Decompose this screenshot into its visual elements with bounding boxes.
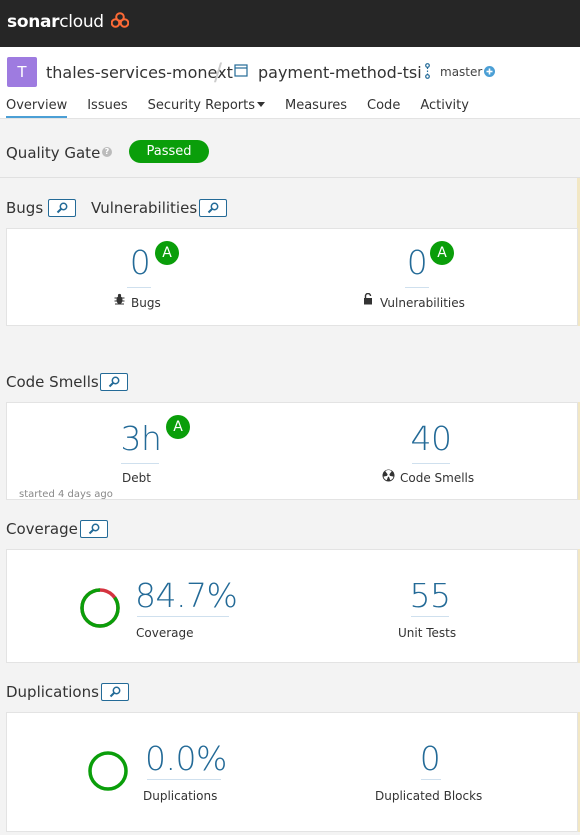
tab-issues[interactable]: Issues [87,98,127,118]
caret-down-icon [257,102,265,107]
branch-icon [425,63,430,79]
value-underline [405,287,429,288]
unit-tests-value[interactable]: 55 [406,576,454,615]
project-nav: Overview Issues Security Reports Measure… [6,98,489,118]
tab-activity[interactable]: Activity [420,98,469,118]
code-smells-label: Code Smells [400,471,475,485]
tab-overview[interactable]: Overview [6,98,68,118]
history-icon [109,686,121,698]
duplications-card: 0.0% Duplications 0 Duplicated Blocks [6,712,578,832]
duplications-section-title: Duplications [6,683,99,701]
duplications-history-button[interactable] [101,683,129,701]
org-name-link[interactable]: thales-services-monext [46,63,233,82]
duplicated-blocks-label: Duplicated Blocks [375,789,483,803]
bugs-section-title: Bugs [6,199,44,217]
debt-label: Debt [122,471,151,485]
history-icon [88,523,100,535]
duplicated-blocks-value[interactable]: 0 [417,739,443,778]
history-icon [108,376,120,388]
value-underline [147,779,221,780]
help-icon[interactable]: ? [102,147,112,157]
coverage-value[interactable]: 84.7% [135,576,238,615]
value-underline [121,463,159,464]
radiation-icon [382,469,395,482]
code-smells-history-button[interactable] [100,373,128,391]
vulnerabilities-history-button[interactable] [199,199,227,217]
bugs-value[interactable]: 0 [125,243,155,282]
add-branch-icon[interactable] [484,66,495,77]
value-underline [127,287,151,288]
quality-gate-section: Quality Gate ? Passed [0,120,580,178]
value-underline [421,779,441,780]
unit-tests-label: Unit Tests [398,626,457,640]
org-avatar[interactable]: T [7,57,37,87]
tab-security-reports[interactable]: Security Reports [148,98,265,118]
bugs-card: 0 A Bugs 0 A Vulnerabilities [6,228,578,326]
tab-security-reports-label: Security Reports [147,98,255,113]
vulnerabilities-section-title: Vulnerabilities [91,199,198,217]
code-smells-section-title: Code Smells [6,373,99,391]
coverage-section-title: Coverage [6,520,78,538]
code-smells-value[interactable]: 40 [409,419,453,458]
value-underline [412,463,450,464]
sonarcloud-logo[interactable]: sonarcloud [7,12,130,32]
value-underline [137,616,229,617]
bugs-label: Bugs [131,296,161,310]
leak-period-started: started 4 days ago [19,489,113,500]
logo-cloud-icon [110,12,130,28]
bug-icon [114,293,125,305]
debt-value[interactable]: 3h [119,419,163,458]
history-icon [56,202,68,214]
project-icon [234,64,248,77]
breadcrumb-separator: / [214,58,223,86]
quality-gate-label: Quality Gate [6,144,101,162]
duplications-ring-icon [88,751,128,791]
quality-gate-status-badge: Passed [129,140,209,163]
duplications-value[interactable]: 0.0% [145,739,227,778]
value-underline [411,616,449,617]
project-header: T thales-services-monext / payment-metho… [0,47,580,119]
tab-code[interactable]: Code [367,98,400,118]
vulnerabilities-label: Vulnerabilities [380,296,465,310]
coverage-card: 84.7% Coverage 55 Unit Tests [6,549,578,663]
code-smells-card: 3h A Debt 40 Code Smells started 4 days … [6,402,578,500]
coverage-donut-chart [80,588,120,628]
project-name-link[interactable]: payment-method-tsi [258,63,422,82]
logo-text-light: cloud [59,12,104,32]
coverage-label: Coverage [136,626,194,640]
tab-measures[interactable]: Measures [285,98,347,118]
bugs-rating-badge[interactable]: A [155,241,179,265]
debt-rating-badge[interactable]: A [166,415,190,439]
branch-selector[interactable]: master [440,65,482,79]
lock-icon [364,293,372,305]
logo-text-bold: sonar [7,12,60,32]
vulnerabilities-rating-badge[interactable]: A [430,241,454,265]
history-icon [207,202,219,214]
bugs-history-button[interactable] [48,199,76,217]
duplications-label: Duplications [143,789,218,803]
vulnerabilities-value[interactable]: 0 [402,243,432,282]
top-bar: sonarcloud [0,0,580,47]
coverage-history-button[interactable] [80,520,108,538]
